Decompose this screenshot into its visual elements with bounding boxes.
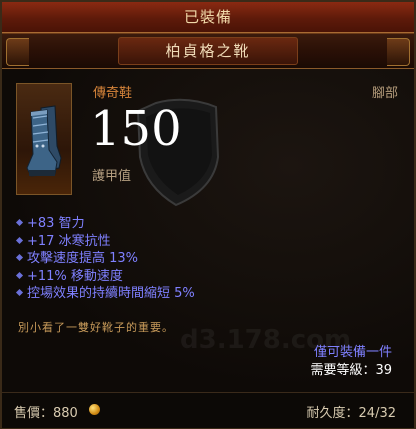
stat-row: +17 冰寒抗性	[14, 233, 394, 251]
durability-label: 耐久度：	[306, 406, 359, 421]
armor-value: 150	[90, 101, 182, 157]
stat-row: +83 智力	[14, 215, 394, 233]
bullet-diamond-icon	[15, 253, 24, 262]
durability-value: 24/32	[358, 406, 396, 421]
stat-text: +17 冰寒抗性	[27, 233, 111, 249]
bullet-diamond-icon	[15, 236, 24, 244]
item-name-bar: 柏貞格之靴	[2, 33, 414, 70]
price-value: 880	[53, 406, 78, 421]
equipped-label: 已裝備	[183, 8, 232, 26]
tooltip-footer: 售價：880 耐久度：24/32	[2, 392, 414, 428]
equip-unique-notice: 僅可裝備一件	[313, 345, 392, 360]
stat-row: 控場效果的持續時間縮短 5%	[14, 285, 394, 303]
item-name: 柏貞格之靴	[118, 37, 298, 65]
bullet-diamond-icon	[15, 288, 24, 297]
bullet-diamond-icon	[15, 218, 24, 227]
flavor-text: 別小看了一雙好靴子的重要。	[18, 321, 174, 334]
stat-text: +83 智力	[27, 216, 85, 231]
item-details-panel: 傳奇鞋 腳部 150 護甲值 +83 智力 +17 冰寒抗性 攻擊速度提高 13…	[2, 69, 414, 392]
item-slot: 腳部	[371, 86, 398, 101]
equipped-header: 已裝備	[2, 2, 414, 33]
stat-text: 攻擊速度提高 13%	[27, 251, 139, 266]
name-bar-right-ornament	[387, 38, 410, 66]
sell-price: 售價：880	[14, 402, 78, 421]
stat-row: 攻擊速度提高 13%	[14, 250, 394, 268]
name-bar-left-ornament	[6, 38, 29, 66]
stat-text: +11% 移動速度	[27, 268, 123, 284]
armor-label: 護甲值	[92, 169, 132, 184]
durability: 耐久度：24/32	[307, 402, 396, 421]
stat-text: 控場效果的持續時間縮短 5%	[27, 286, 195, 301]
boots-icon	[26, 105, 62, 177]
stat-row: +11% 移動速度	[14, 268, 394, 286]
price-label: 售價：	[14, 406, 54, 421]
required-level: 需要等級：39	[310, 363, 392, 378]
stat-list: +83 智力 +17 冰寒抗性 攻擊速度提高 13% +11% 移動速度 控場效…	[14, 215, 394, 303]
bullet-diamond-icon	[15, 271, 24, 279]
item-tooltip: 已裝備 柏貞格之靴 傳奇鞋 腳部 150 護甲值 +83 智力 +17 冰寒抗性…	[0, 0, 416, 429]
gold-coin-icon	[89, 404, 100, 415]
item-icon-frame	[16, 83, 72, 195]
